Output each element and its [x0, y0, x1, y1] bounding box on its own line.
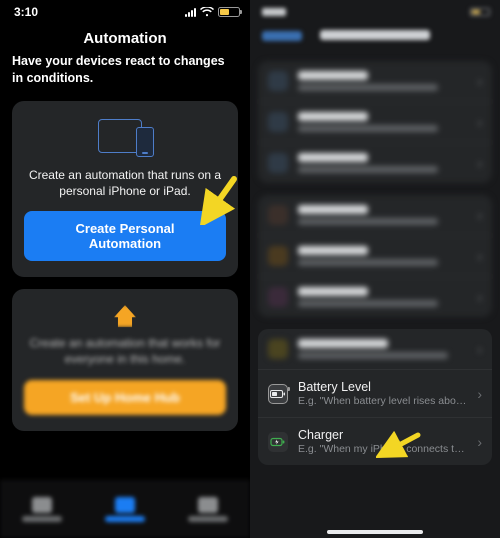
tab-shortcuts[interactable]: [17, 497, 67, 522]
tab-bar: [0, 480, 250, 538]
tab-automation[interactable]: [100, 497, 150, 522]
battery-icon: [470, 8, 490, 16]
row-title: Charger: [298, 428, 467, 442]
trigger-row[interactable]: ›: [258, 61, 492, 101]
trigger-group-connectivity: › › ›: [258, 61, 492, 183]
battery-icon: [268, 384, 288, 404]
pane-new-automation: › › › › › › › Battery Level E.g. "When: [250, 0, 500, 538]
setup-home-button[interactable]: Set Up Home Hub: [24, 380, 226, 415]
trigger-row-low-power[interactable]: ›: [258, 329, 492, 369]
status-time: [262, 8, 286, 16]
status-time: 3:10: [14, 5, 38, 19]
row-example: E.g. "When battery level rises above 50%…: [298, 395, 467, 407]
battery-icon: [218, 7, 240, 17]
cellular-icon: [185, 8, 196, 17]
chevron-right-icon: ›: [477, 434, 482, 450]
row-example: E.g. "When my iPhone connects to power": [298, 443, 467, 455]
row-title: Battery Level: [298, 380, 467, 394]
chevron-right-icon: ›: [477, 386, 482, 402]
nav-bar: [250, 18, 500, 49]
page-subtitle: Have your devices react to changes in co…: [0, 47, 250, 89]
create-personal-automation-button[interactable]: Create Personal Automation: [24, 211, 226, 261]
home-indicator: [327, 530, 423, 534]
trigger-group-power: › Battery Level E.g. "When battery level…: [258, 329, 492, 465]
nav-title: [318, 28, 432, 43]
devices-icon: [94, 117, 156, 159]
trigger-row[interactable]: ›: [258, 101, 492, 142]
trigger-row[interactable]: ›: [258, 142, 492, 183]
card-home-automation: Create an automation that works for ever…: [12, 289, 238, 430]
home-desc: Create an automation that works for ever…: [24, 335, 226, 367]
trigger-row[interactable]: ›: [258, 235, 492, 276]
trigger-row[interactable]: ›: [258, 276, 492, 317]
wifi-icon: [200, 7, 214, 17]
trigger-row-battery-level[interactable]: Battery Level E.g. "When battery level r…: [258, 369, 492, 417]
page-title: Automation: [0, 30, 250, 47]
personal-desc: Create an automation that runs on a pers…: [24, 167, 226, 199]
card-personal-automation: Create an automation that runs on a pers…: [12, 101, 238, 277]
cancel-button[interactable]: [262, 31, 302, 41]
status-bar: [250, 0, 500, 18]
trigger-group-modes: › › ›: [258, 195, 492, 317]
charger-icon: [268, 432, 288, 452]
trigger-row[interactable]: ›: [258, 195, 492, 235]
tab-gallery[interactable]: [183, 497, 233, 522]
composite-screenshot: 3:10 Automation Have your devices react …: [0, 0, 500, 538]
trigger-row-charger[interactable]: Charger E.g. "When my iPhone connects to…: [258, 417, 492, 465]
home-icon: [114, 305, 136, 327]
status-bar: 3:10: [0, 0, 250, 18]
pane-automation-landing: 3:10 Automation Have your devices react …: [0, 0, 250, 538]
status-icons: [185, 7, 240, 17]
